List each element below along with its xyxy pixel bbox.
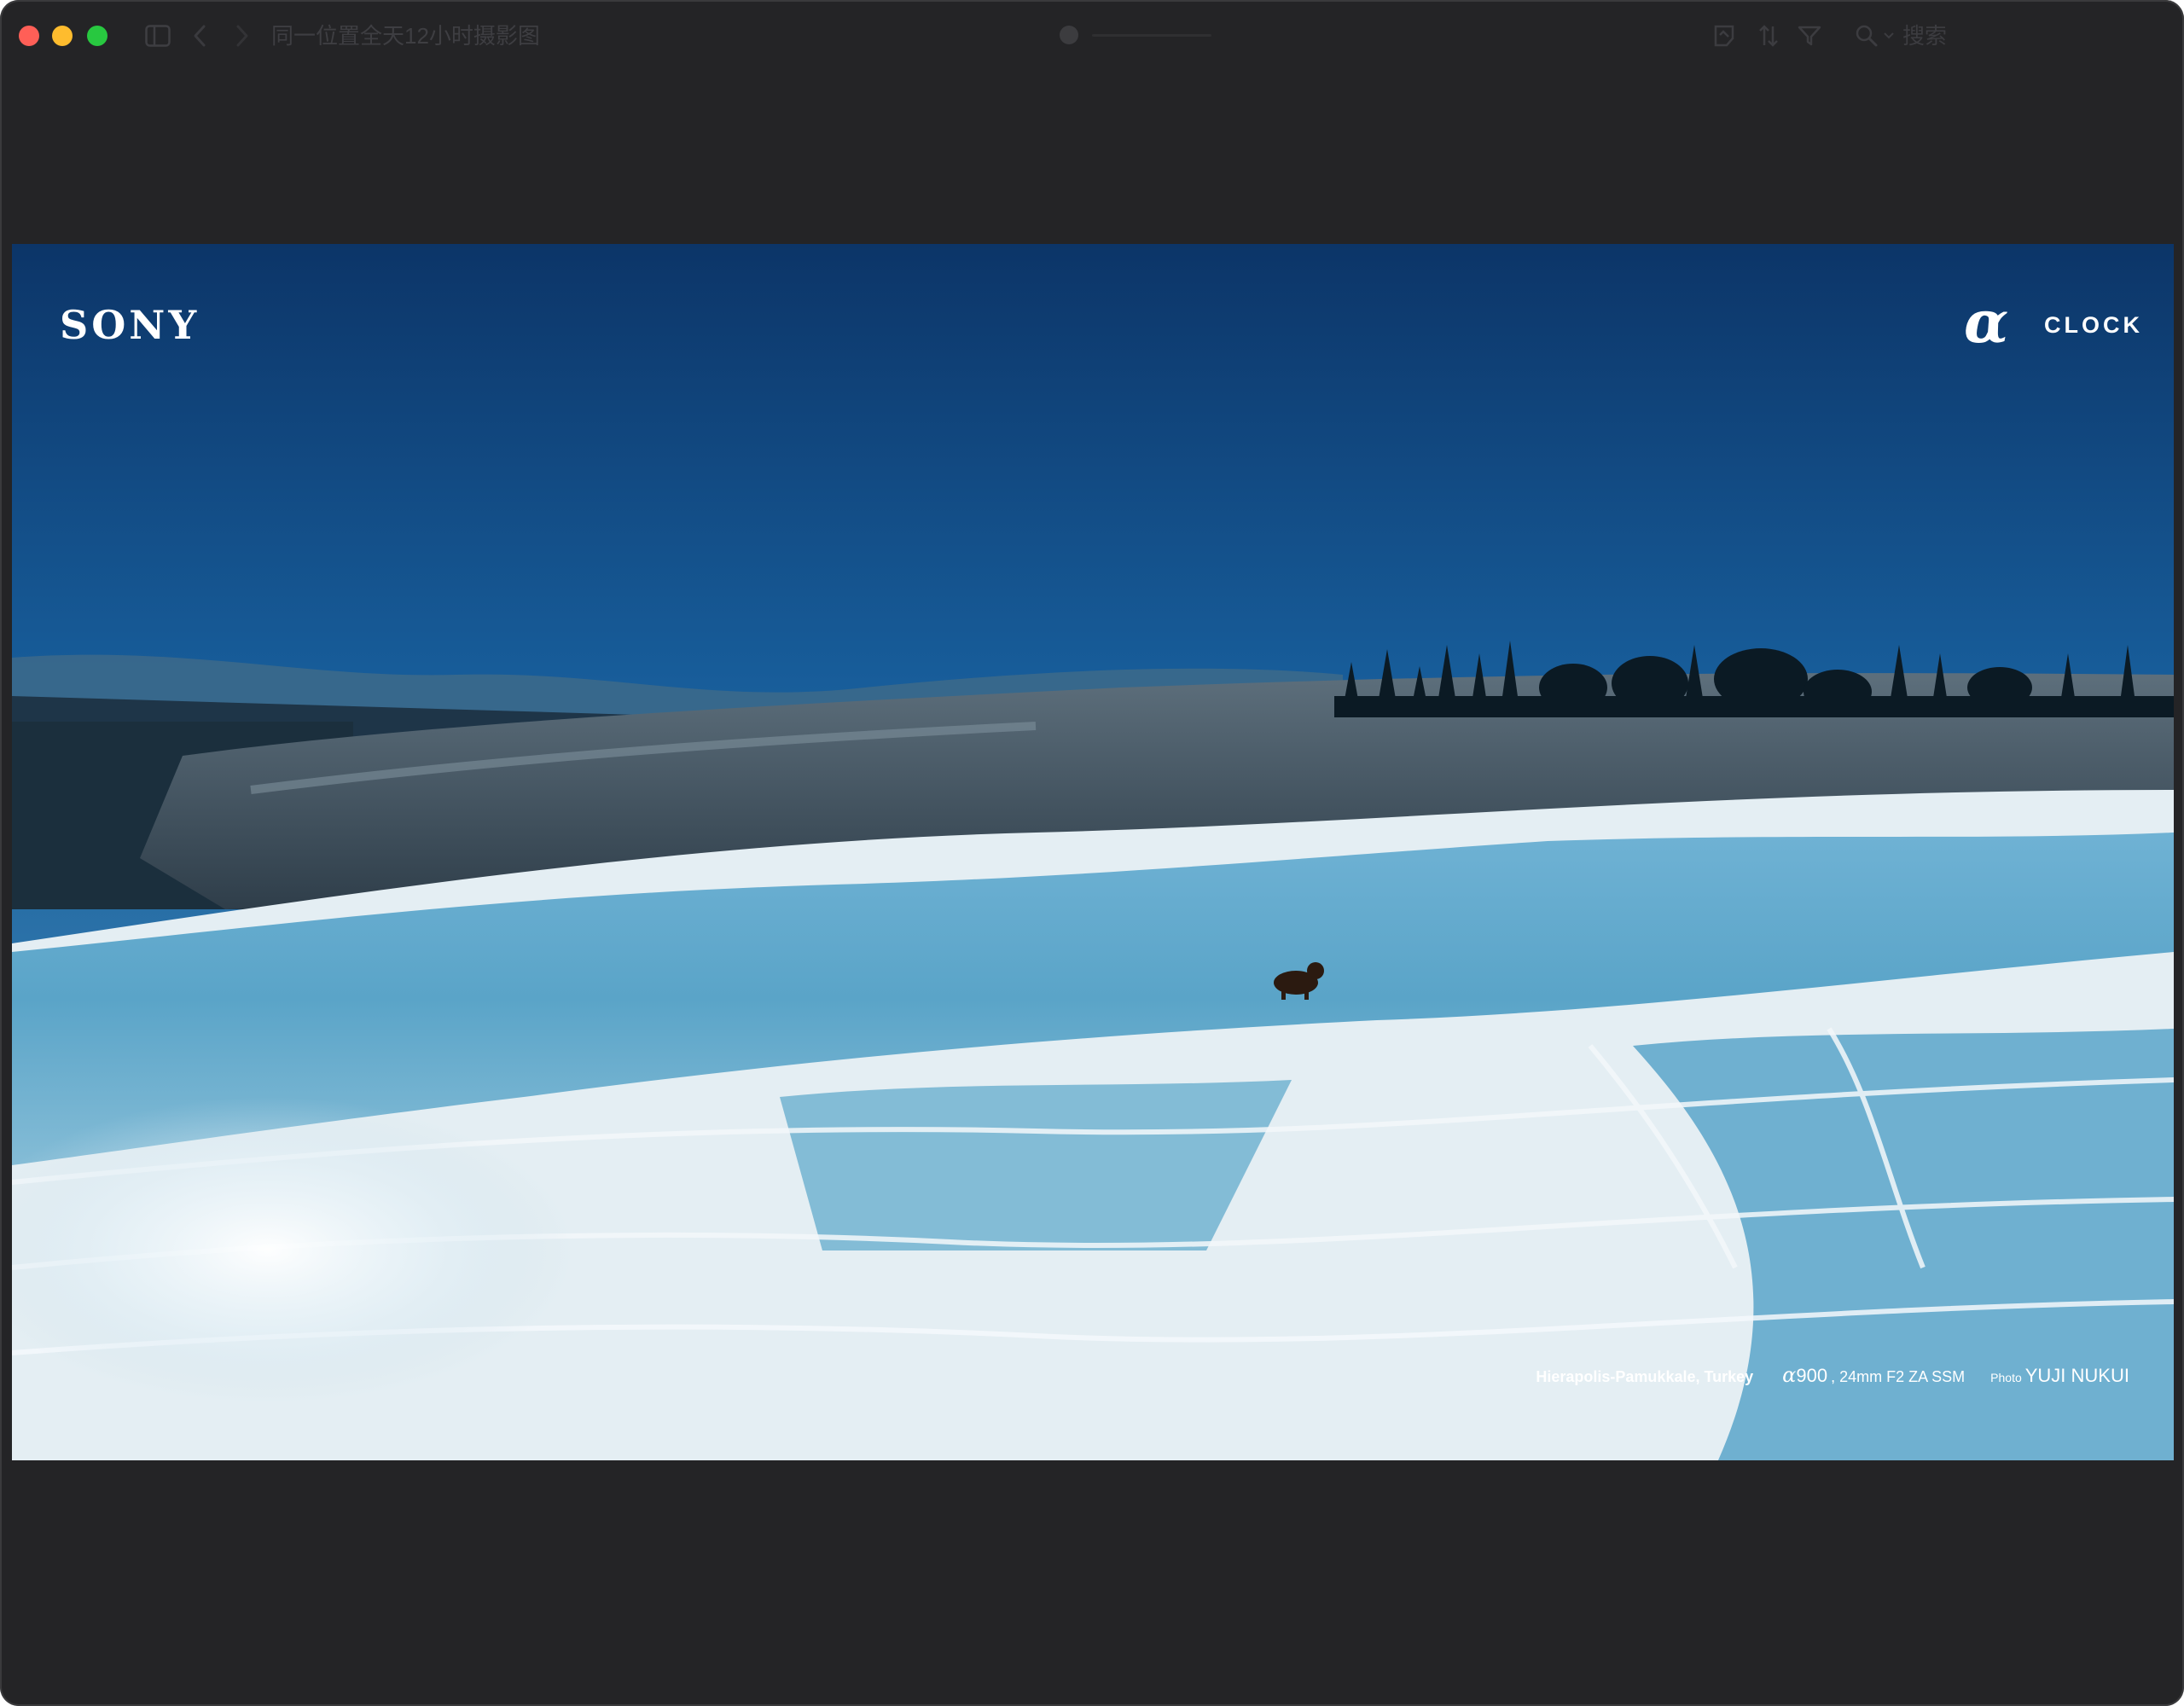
- minimize-button[interactable]: [52, 26, 73, 46]
- caption-model: 900: [1796, 1365, 1828, 1386]
- back-icon[interactable]: [189, 19, 210, 53]
- caption-alpha: α: [1782, 1363, 1797, 1387]
- photo-image: SONY α CLOCK Hierapolis-Pamukkale, Turke…: [12, 244, 2174, 1460]
- search-options-chevron-icon[interactable]: [1882, 19, 1896, 53]
- caption-location: Hierapolis-Pamukkale, Turkey: [1536, 1368, 1754, 1385]
- window-title: 同一位置全天12小时摄影图: [271, 23, 540, 49]
- photo-scene: [12, 244, 2174, 1460]
- clock-label: CLOCK: [2044, 312, 2143, 338]
- search-icon[interactable]: [1853, 19, 1880, 53]
- markup-icon[interactable]: [1710, 19, 1739, 53]
- zoom-slider-knob[interactable]: [1060, 26, 1078, 44]
- filter-icon[interactable]: [1795, 19, 1824, 53]
- caption-lens: , 24mm F2 ZA SSM: [1831, 1368, 1966, 1385]
- maximize-button[interactable]: [87, 26, 107, 46]
- caption-photographer: YUJI NUKUI: [2024, 1365, 2129, 1386]
- close-button[interactable]: [19, 26, 39, 46]
- zoom-slider-track[interactable]: [1092, 34, 1211, 37]
- preview-window: 同一位置全天12小时摄影图 搜索 SONY α CLOCK Hierapolis…: [0, 0, 2184, 1706]
- title-bar[interactable]: 同一位置全天12小时摄影图: [0, 0, 2184, 70]
- sort-icon[interactable]: [1754, 19, 1783, 53]
- sidebar-toggle-icon[interactable]: [143, 19, 172, 53]
- sony-logo: SONY: [60, 302, 200, 348]
- search-input[interactable]: [1902, 20, 2005, 51]
- caption-photo-label: Photo: [1990, 1371, 2022, 1384]
- forward-icon[interactable]: [232, 19, 253, 53]
- alpha-logo: α: [1964, 288, 2009, 357]
- photo-caption: Hierapolis-Pamukkale, Turkey α 900 , 24m…: [1536, 1363, 2129, 1390]
